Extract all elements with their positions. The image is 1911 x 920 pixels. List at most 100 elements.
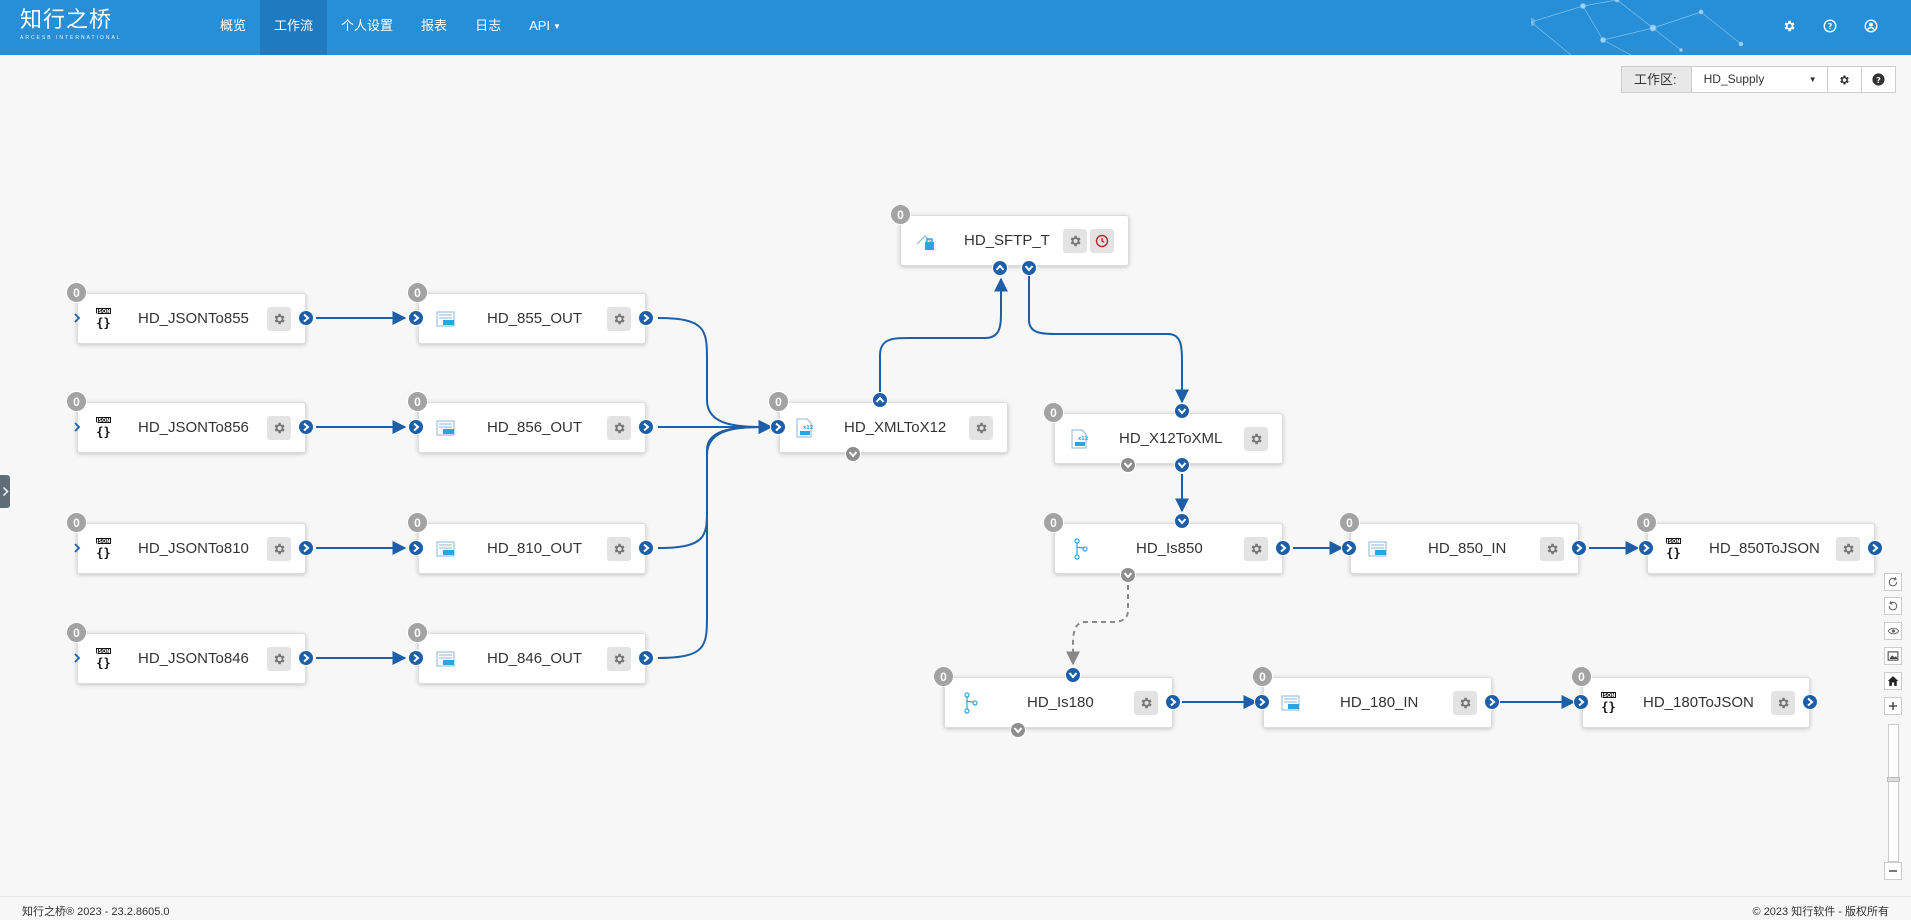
side-panel-toggle[interactable] [0,475,10,508]
output-port[interactable] [872,392,888,408]
zoom-out-button[interactable] [1884,862,1902,880]
schedule-button[interactable] [1090,229,1114,253]
output-port[interactable] [1021,260,1037,276]
input-port[interactable] [408,419,424,435]
input-port[interactable] [1573,694,1589,710]
refresh-button[interactable] [1884,573,1902,591]
node-settings-button[interactable] [267,307,291,331]
node-settings-button[interactable] [1063,229,1087,253]
svg-text:{}: {} [96,316,110,330]
input-port[interactable] [72,419,82,435]
input-port[interactable] [408,540,424,556]
flow-node[interactable]: HD_855_OUT [418,293,646,344]
node-settings-button[interactable] [1836,537,1860,561]
zoom-slider-handle[interactable] [1887,777,1900,782]
node-name: HD_X12ToXML [1119,430,1223,447]
flow-node[interactable]: HD_SFTP_T [900,215,1129,266]
node-name: HD_856_OUT [487,419,583,436]
input-port[interactable] [1174,513,1190,529]
home-button[interactable] [1884,672,1902,690]
flow-node[interactable]: HD_810_OUT [418,523,646,574]
chevron-right-icon [74,653,81,663]
else-port[interactable] [1120,567,1136,583]
flow-node[interactable]: JSON{} HD_JSONTo846 [77,633,306,684]
output-port[interactable] [638,650,654,666]
flow-node[interactable]: HD_850_IN [1350,523,1579,574]
node-settings-button[interactable] [1540,537,1564,561]
node-settings-button[interactable] [1244,427,1268,451]
message-count-badge: 0 [1571,666,1592,687]
gear-icon [274,653,285,665]
input-port[interactable] [1254,694,1270,710]
flow-node[interactable]: HD_Is180 [944,677,1173,728]
output-port[interactable] [638,540,654,556]
else-port[interactable] [1010,722,1026,738]
output-port[interactable] [1275,540,1291,556]
output-port[interactable] [638,419,654,435]
flow-node[interactable]: HD_180_IN [1263,677,1492,728]
node-settings-button[interactable] [969,416,993,440]
refresh-icon [1888,576,1898,587]
node-settings-button[interactable] [1771,691,1795,715]
flow-node[interactable]: x12 HD_XMLToX12 [779,402,1008,453]
input-port[interactable] [72,540,82,556]
flow-node[interactable]: JSON{} HD_180ToJSON [1582,677,1810,728]
node-settings-button[interactable] [607,537,631,561]
export-image-button[interactable] [1884,647,1902,665]
zoom-in-button[interactable] [1884,697,1902,715]
input-port[interactable] [408,310,424,326]
zoom-slider[interactable] [1887,724,1900,862]
chevron-down-icon [848,451,858,458]
output-port[interactable] [1802,694,1818,710]
chevron-down-icon [1024,265,1034,272]
node-settings-button[interactable] [1453,691,1477,715]
input-port[interactable] [408,650,424,666]
gear-icon [614,313,625,325]
node-settings-button[interactable] [607,307,631,331]
node-settings-button[interactable] [607,416,631,440]
output-port[interactable] [298,419,314,435]
input-port[interactable] [770,419,786,435]
node-settings-button[interactable] [267,647,291,671]
toggle-view-button[interactable] [1884,622,1902,640]
input-port[interactable] [992,260,1008,276]
input-port[interactable] [72,650,82,666]
output-port[interactable] [1165,694,1181,710]
branch-icon [1071,538,1091,560]
chevron-down-icon [1068,672,1078,679]
flow-node[interactable]: HD_Is850 [1054,523,1283,574]
node-settings-button[interactable] [1134,691,1158,715]
node-settings-button[interactable] [267,416,291,440]
input-port[interactable] [1341,540,1357,556]
input-port[interactable] [1065,667,1081,683]
input-port[interactable] [72,310,82,326]
chevron-up-icon [995,264,1005,271]
output-port[interactable] [1867,540,1883,556]
flow-node[interactable]: JSON{} HD_JSONTo856 [77,402,306,453]
chevron-up-icon [875,396,885,403]
flow-node[interactable]: JSON{} HD_850ToJSON [1647,523,1875,574]
node-settings-button[interactable] [607,647,631,671]
message-count-badge: 0 [66,282,87,303]
output-port[interactable] [638,310,654,326]
flow-node[interactable]: JSON{} HD_JSONTo855 [77,293,306,344]
undo-button[interactable] [1884,597,1902,615]
node-settings-button[interactable] [1244,537,1268,561]
input-port[interactable] [1638,540,1654,556]
output-port[interactable] [1174,457,1190,473]
output-port[interactable] [298,540,314,556]
flow-node[interactable]: JSON{} HD_JSONTo810 [77,523,306,574]
error-port[interactable] [1120,457,1136,473]
eye-icon [1887,627,1899,635]
flow-node[interactable]: HD_856_OUT [418,402,646,453]
output-port[interactable] [1484,694,1500,710]
input-port[interactable] [1174,403,1190,419]
flow-node[interactable]: HD_846_OUT [418,633,646,684]
output-port[interactable] [298,650,314,666]
flow-node[interactable]: x12 HD_X12ToXML [1054,413,1283,464]
error-port[interactable] [845,446,861,462]
output-port[interactable] [298,310,314,326]
gear-icon [274,543,285,555]
output-port[interactable] [1571,540,1587,556]
node-settings-button[interactable] [267,537,291,561]
